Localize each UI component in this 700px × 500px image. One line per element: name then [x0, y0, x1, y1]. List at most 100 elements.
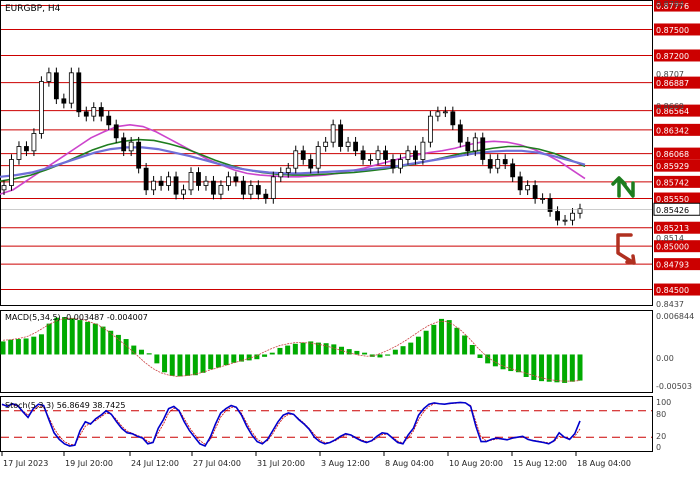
price-bar-body	[113, 124, 119, 139]
macd-histogram-bar	[554, 354, 560, 383]
price-bar-body	[330, 124, 336, 143]
price-bar-body	[226, 176, 231, 186]
x-axis-tick-label: 24 Jul 12:00	[131, 459, 179, 468]
price-bar-body	[166, 176, 171, 186]
stoch-axis-tick: 20	[656, 432, 666, 441]
price-bar-body	[390, 159, 396, 169]
level-label: 0.85929	[656, 162, 689, 171]
price-bar-body	[158, 180, 164, 186]
macd-histogram-bar	[277, 347, 283, 355]
price-bar-body	[53, 72, 59, 100]
macd-histogram-bar	[469, 344, 475, 355]
macd-histogram-bar	[500, 354, 506, 370]
price-axis-tick: 0.8514	[656, 234, 684, 243]
price-bar-body	[315, 146, 321, 169]
x-axis-tick-label: 15 Aug 12:00	[513, 459, 567, 468]
macd-histogram-bar	[69, 318, 75, 355]
macd-histogram-bar	[238, 354, 244, 362]
price-bar-body	[121, 137, 127, 152]
price-bar-body	[173, 176, 179, 195]
macd-histogram-bar	[0, 341, 6, 355]
price-bar-body	[442, 111, 448, 114]
price-bar-body	[555, 211, 560, 221]
price-axis-tick: 0.8437	[656, 300, 684, 309]
price-bar-body	[368, 159, 373, 161]
price-bar-body	[61, 98, 67, 104]
macd-histogram-bar	[346, 349, 352, 355]
macd-histogram-bar	[439, 318, 445, 355]
up-arrow-icon	[611, 176, 635, 198]
macd-histogram-bar	[546, 354, 552, 382]
price-bar-body	[181, 189, 186, 195]
price-bar-body	[196, 172, 201, 186]
price-bar-body	[128, 141, 134, 152]
macd-histogram-bar	[85, 321, 91, 355]
price-bar-body	[240, 180, 246, 195]
macd-axis-tick: -0.00503	[656, 382, 692, 391]
macd-histogram-bar	[231, 354, 237, 363]
macd-histogram-bar	[215, 354, 221, 368]
price-axis-tick: 0.8669	[656, 102, 684, 111]
price-bar-body	[517, 176, 523, 191]
level-label: 0.87500	[656, 26, 689, 35]
macd-histogram-bar	[431, 324, 437, 355]
chart-title: EURGBP, H4	[5, 4, 61, 14]
macd-histogram-bar	[300, 342, 306, 355]
macd-histogram-bar	[208, 354, 214, 370]
macd-histogram-bar	[423, 330, 429, 355]
macd-histogram-bar	[154, 354, 160, 364]
macd-axis-tick: 0.006844	[656, 312, 694, 321]
price-bar-body	[211, 180, 216, 195]
macd-histogram-bar	[138, 349, 144, 355]
macd-histogram-bar	[100, 326, 106, 355]
x-axis-tick-label: 18 Aug 04:00	[577, 459, 631, 468]
price-bar-body	[91, 107, 97, 117]
macd-panel: 0.006844 0.00 -0.00503	[0, 310, 694, 393]
macd-histogram-bar	[223, 354, 229, 366]
level-label: 0.84793	[656, 261, 689, 270]
macd-axis-tick: 0.00	[656, 354, 674, 363]
macd-histogram-bar	[169, 354, 175, 376]
macd-histogram-bar	[492, 354, 498, 367]
price-bar-body	[487, 159, 493, 169]
price-axis-tick: 0.8707	[656, 70, 684, 79]
price-bar-body	[525, 185, 531, 191]
macd-histogram-bar	[408, 342, 414, 355]
price-bar-body	[413, 150, 418, 160]
macd-histogram-bar	[54, 317, 60, 355]
price-bar-body	[480, 137, 486, 160]
price-bar-body	[263, 193, 269, 199]
macd-histogram-bar	[62, 317, 68, 355]
price-bar-body	[427, 115, 433, 143]
level-label: 0.85742	[656, 178, 689, 187]
price-bar-body	[435, 111, 441, 117]
macd-histogram-bar	[123, 339, 129, 355]
macd-histogram-bar	[200, 354, 206, 373]
macd-histogram-bar	[292, 343, 298, 355]
level-label: 0.86887	[656, 79, 689, 88]
price-bar-body	[405, 150, 411, 160]
macd-histogram-bar	[462, 335, 468, 355]
price-bar-body	[502, 159, 508, 165]
x-axis-tick-label: 8 Aug 04:00	[385, 459, 434, 468]
stoch-axis-tick: 80	[656, 410, 666, 419]
price-bar-body	[39, 81, 44, 134]
macd-histogram-bar	[446, 320, 452, 355]
price-bar-body	[106, 115, 112, 126]
price-bar-body	[31, 133, 37, 152]
price-bar-body	[300, 150, 306, 160]
price-bar-body	[233, 176, 239, 182]
macd-histogram-bar	[185, 354, 191, 376]
down-arrow-icon	[616, 233, 636, 265]
x-axis-tick-label: 17 Jul 2023	[3, 459, 48, 468]
price-bar-body	[76, 72, 82, 113]
price-bar-body	[143, 167, 149, 191]
price-bar-body	[203, 180, 209, 186]
x-axis-tick-label: 10 Aug 20:00	[449, 459, 503, 468]
price-bar-body	[562, 219, 568, 222]
level-label: 0.86068	[656, 150, 689, 159]
price-axis-tick: 0.8784	[656, 0, 684, 9]
price-bar-body	[457, 124, 463, 143]
current-price-label: 0.85426	[656, 206, 689, 215]
macd-histogram-bar	[192, 354, 198, 376]
